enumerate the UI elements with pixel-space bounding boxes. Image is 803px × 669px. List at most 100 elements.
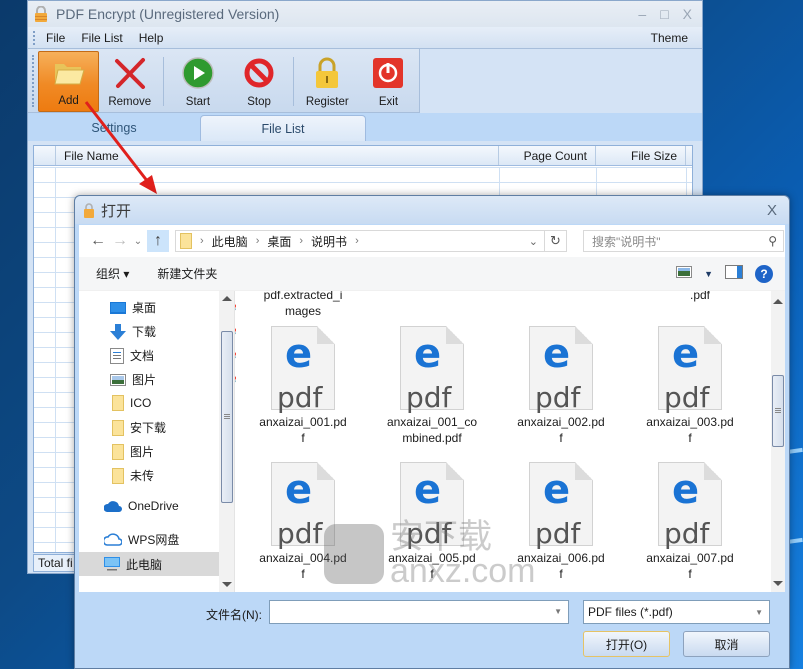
file-name-line2: f <box>301 431 305 445</box>
file-type-select[interactable]: PDF files (*.pdf) ▼ <box>583 600 770 624</box>
file-item[interactable]: e pdf anxaizai_001.pd f <box>239 326 367 446</box>
navigation-pane: 桌面 📌 下载 📌 文档 📌 图片 📌 ICO <box>79 291 244 592</box>
red-x-icon <box>113 56 147 90</box>
breadcrumb-chevron-icon[interactable]: › <box>355 235 359 247</box>
file-item[interactable]: e pdf anxaizai_002.pd f <box>497 326 625 446</box>
toolbar-grip[interactable] <box>32 55 34 107</box>
address-dropdown-icon[interactable]: ⌄ <box>529 235 544 248</box>
close-button[interactable]: X <box>683 6 692 22</box>
dialog-close-button[interactable]: X <box>767 202 777 219</box>
exit-button[interactable]: Exit <box>358 51 419 112</box>
organize-menu[interactable]: 组织 ▾ <box>96 265 129 282</box>
nav-item-pictures[interactable]: 图片 📌 <box>110 371 244 388</box>
file-item[interactable]: e pdf anxaizai_005.pd f <box>368 462 496 582</box>
pdf-file-icon: e pdf <box>400 462 464 548</box>
menu-help[interactable]: Help <box>139 31 164 45</box>
column-page-count[interactable]: Page Count <box>499 146 596 165</box>
remove-label: Remove <box>108 96 152 108</box>
nav-pane-scrollbar[interactable] <box>219 291 235 592</box>
forward-arrow-icon[interactable]: → <box>109 230 131 252</box>
column-file-size[interactable]: File Size <box>596 146 686 165</box>
breadcrumb-desktop[interactable]: 桌面 <box>267 233 291 250</box>
wps-cloud-icon <box>104 533 122 546</box>
scrollbar-thumb[interactable] <box>221 331 233 503</box>
nav-item-desktop[interactable]: 桌面 📌 <box>110 299 244 316</box>
nav-item-pictures-folder[interactable]: 图片 <box>112 443 154 460</box>
file-item[interactable]: e pdf anxaizai_001_co mbined.pdf <box>368 326 496 446</box>
start-button[interactable]: Start <box>167 51 228 112</box>
breadcrumb-manual[interactable]: 说明书 <box>311 233 347 250</box>
file-name-line1: anxaizai_006.pd <box>517 551 605 565</box>
scroll-up-icon[interactable] <box>773 299 783 304</box>
breadcrumb-this-pc[interactable]: 此电脑 <box>212 233 248 250</box>
register-button[interactable]: Register <box>297 51 358 112</box>
refresh-icon[interactable]: ↻ <box>545 230 567 252</box>
nav-item-this-pc[interactable]: 此电脑 <box>79 552 219 576</box>
back-arrow-icon[interactable]: ← <box>87 230 109 252</box>
file-item[interactable]: e pdf anxaizai_004.pd f <box>239 462 367 582</box>
nav-item-onedrive[interactable]: OneDrive <box>104 499 179 513</box>
remove-button[interactable]: Remove <box>99 51 160 112</box>
pdf-file-icon: e pdf <box>271 326 335 414</box>
menu-file-list[interactable]: File List <box>81 31 122 45</box>
filename-input[interactable]: ▼ <box>269 600 569 624</box>
view-options-dropdown-icon[interactable]: ▼ <box>704 269 713 279</box>
tab-settings[interactable]: Settings <box>28 115 200 141</box>
address-bar[interactable]: › 此电脑 › 桌面 › 说明书 › ⌄ <box>175 230 545 252</box>
new-folder-button[interactable]: 新建文件夹 <box>157 265 217 282</box>
file-item[interactable]: e pdf anxaizai_003.pd f <box>626 326 754 446</box>
nav-item-unsent[interactable]: 未传 <box>112 467 154 484</box>
recent-locations-chevron-icon[interactable]: ⌄ <box>131 230 145 252</box>
file-name-line1: anxaizai_001_co <box>386 415 478 429</box>
dialog-body: ← → ⌄ ↑ › 此电脑 › 桌面 › 说明书 › ⌄ ↻ 搜索"说明书" ⚲… <box>79 225 785 592</box>
command-bar: 组织 ▾ 新建文件夹 ▼ ? <box>79 257 785 291</box>
filename-dropdown-icon[interactable]: ▼ <box>554 607 562 616</box>
menu-file[interactable]: File <box>46 31 65 45</box>
change-view-icon[interactable] <box>676 266 693 281</box>
maximize-button[interactable]: □ <box>660 6 668 22</box>
minimize-button[interactable]: – <box>638 6 646 22</box>
file-type-dropdown-icon[interactable]: ▼ <box>755 608 763 617</box>
breadcrumb-chevron-icon[interactable]: › <box>256 235 260 247</box>
stop-button[interactable]: Stop <box>229 51 290 112</box>
breadcrumb-chevron-icon[interactable]: › <box>200 235 204 247</box>
cancel-button[interactable]: 取消 <box>683 631 770 657</box>
nav-item-documents[interactable]: 文档 📌 <box>110 347 244 364</box>
scroll-down-icon[interactable] <box>773 581 783 586</box>
help-icon[interactable]: ? <box>755 264 773 283</box>
folder-icon <box>180 233 192 249</box>
nav-item-label: 下载 <box>132 325 157 339</box>
nav-item-anxiazai[interactable]: 安下载 <box>112 419 166 436</box>
scrollbar-thumb[interactable] <box>772 375 784 447</box>
file-item-partial[interactable]: .pdf <box>636 291 764 303</box>
padlock-icon <box>310 56 344 90</box>
nav-item-ico[interactable]: ICO <box>112 395 151 411</box>
folder-item-partial[interactable]: pdf.extracted_i mages <box>239 291 367 319</box>
menubar-grip[interactable] <box>33 31 35 45</box>
nav-item-downloads[interactable]: 下载 📌 <box>110 323 244 340</box>
pdf-icon-label: pdf <box>664 517 710 550</box>
file-view-scrollbar[interactable] <box>771 291 785 592</box>
search-input[interactable]: 搜索"说明书" ⚲ <box>583 230 784 252</box>
preview-pane-icon[interactable] <box>725 265 743 282</box>
scroll-up-icon[interactable] <box>222 296 232 301</box>
up-arrow-icon[interactable]: ↑ <box>147 230 169 252</box>
nav-item-label: OneDrive <box>128 499 179 513</box>
add-button[interactable]: Add <box>38 51 100 112</box>
nav-item-wps-drive[interactable]: WPS网盘 <box>104 531 179 548</box>
file-item[interactable]: e pdf anxaizai_007.pd f <box>626 462 754 582</box>
pictures-icon <box>110 373 126 386</box>
pdf-icon-label: pdf <box>277 517 323 550</box>
column-file-name[interactable]: File Name <box>56 146 499 165</box>
scroll-down-icon[interactable] <box>222 582 232 587</box>
file-name-line1: anxaizai_005.pd <box>388 551 476 565</box>
breadcrumb-chevron-icon[interactable]: › <box>299 235 303 247</box>
pdf-icon-label: pdf <box>277 381 323 414</box>
file-name-line2: f <box>559 431 563 445</box>
file-item[interactable]: e pdf anxaizai_006.pd f <box>497 462 625 582</box>
dialog-title-bar: 打开 X <box>75 196 789 224</box>
open-button[interactable]: 打开(O) <box>583 631 670 657</box>
menu-theme[interactable]: Theme <box>651 31 688 45</box>
tab-file-list[interactable]: File List <box>200 115 366 141</box>
add-label: Add <box>58 95 79 107</box>
